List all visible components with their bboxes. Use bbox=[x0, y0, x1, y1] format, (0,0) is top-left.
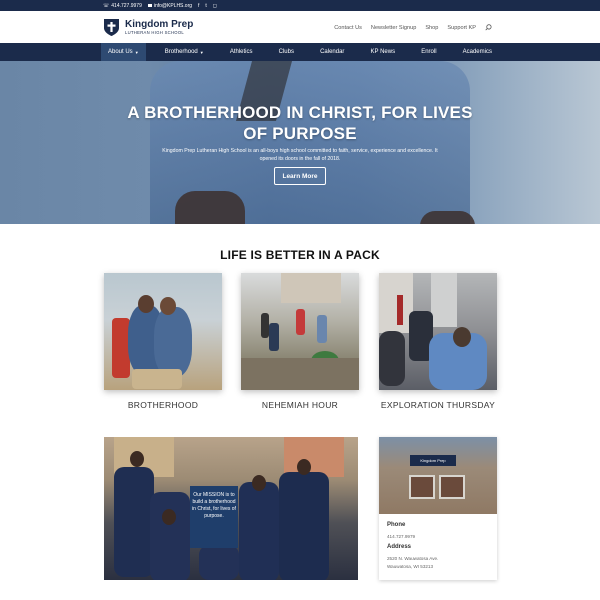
hero-hand-graphic bbox=[175, 191, 245, 224]
nav-label: KP News bbox=[370, 49, 396, 55]
phone-label: Phone bbox=[387, 522, 406, 528]
site-header: Kingdom Prep LUTHERAN HIGH SCHOOL Contac… bbox=[0, 11, 600, 43]
instagram-icon[interactable]: ◻ bbox=[213, 3, 217, 9]
header-links: Contact Us Newsletter Signup Shop Suppor… bbox=[334, 24, 492, 31]
group-photo: Our MISSION is to build a brotherhood in… bbox=[104, 437, 358, 580]
learn-more-button[interactable]: Learn More bbox=[274, 167, 326, 185]
email-icon bbox=[147, 4, 152, 7]
chevron-down-icon: ▼ bbox=[199, 49, 204, 55]
link-newsletter-signup[interactable]: Newsletter Signup bbox=[371, 25, 416, 31]
phone-contact[interactable]: ☏ 414.727.9979 bbox=[103, 3, 142, 9]
nav-clubs[interactable]: Clubs bbox=[272, 43, 301, 61]
link-contact-us[interactable]: Contact Us bbox=[334, 25, 362, 31]
chevron-down-icon: ▼ bbox=[134, 49, 139, 55]
card-caption-exploration-thursday: EXPLORATION THURSDAY bbox=[380, 400, 496, 410]
brotherhood-photo[interactable] bbox=[104, 273, 222, 390]
building-door bbox=[439, 475, 465, 499]
address-label: Address bbox=[387, 544, 412, 550]
shield-cross-icon bbox=[104, 19, 119, 36]
top-bar: ☏ 414.727.9979 info@KPLHS.org f t ◻ bbox=[0, 0, 600, 11]
email-contact[interactable]: info@KPLHS.org bbox=[147, 2, 193, 9]
address-line-1: 2520 N. Wauwatosa Ave. bbox=[387, 556, 439, 561]
card-caption-brotherhood: BROTHERHOOD bbox=[127, 400, 199, 410]
topbar-email: info@KPLHS.org bbox=[153, 2, 193, 9]
mission-sign: Our MISSION is to build a brotherhood in… bbox=[190, 486, 238, 548]
logo[interactable]: Kingdom Prep LUTHERAN HIGH SCHOOL bbox=[103, 18, 193, 37]
brand-subtitle: LUTHERAN HIGH SCHOOL bbox=[125, 29, 185, 35]
nehemiah-hour-photo[interactable] bbox=[241, 273, 359, 390]
link-shop[interactable]: Shop bbox=[425, 25, 438, 31]
nav-label: Academics bbox=[462, 49, 492, 55]
nav-label: Clubs bbox=[278, 49, 294, 55]
building-photo: Kingdom Prep bbox=[379, 437, 497, 514]
nav-label: Calendar bbox=[320, 49, 345, 55]
exploration-thursday-photo[interactable] bbox=[379, 273, 497, 390]
brand-name: Kingdom Prep bbox=[125, 18, 194, 30]
nav-label: Enroll bbox=[421, 49, 437, 55]
card-caption-nehemiah-hour: NEHEMIAH HOUR bbox=[261, 400, 339, 410]
nav-enroll[interactable]: Enroll bbox=[414, 43, 443, 61]
nav-brotherhood[interactable]: Brotherhood ▼ bbox=[158, 43, 211, 61]
hero-title: A BROTHERHOOD IN CHRIST, FOR LIVES OF PU… bbox=[127, 103, 473, 143]
phone-icon: ☏ bbox=[103, 2, 110, 9]
facebook-icon[interactable]: f bbox=[198, 3, 199, 9]
nav-about-us[interactable]: About Us ▼ bbox=[101, 43, 146, 61]
building-sign: Kingdom Prep bbox=[410, 455, 456, 466]
contact-card: Kingdom Prep Phone 414.727.9979 Address … bbox=[379, 437, 497, 580]
phone-value[interactable]: 414.727.9979 bbox=[387, 533, 415, 540]
address-line-2: Wauwatosa, WI 53213 bbox=[387, 564, 434, 569]
nav-athletics[interactable]: Athletics bbox=[223, 43, 260, 61]
nav-calendar[interactable]: Calendar bbox=[313, 43, 351, 61]
section-title: LIFE IS BETTER IN A PACK bbox=[220, 248, 380, 262]
building-door bbox=[409, 475, 435, 499]
twitter-icon[interactable]: t bbox=[205, 3, 206, 9]
nav-label: About Us bbox=[108, 49, 133, 55]
hero-subtitle: Kingdom Prep Lutheran High School is an … bbox=[162, 148, 438, 162]
link-support-kp[interactable]: Support KP bbox=[447, 25, 476, 31]
search-icon[interactable] bbox=[485, 24, 492, 31]
nav-label: Athletics bbox=[229, 49, 253, 55]
nav-kp-news[interactable]: KP News bbox=[364, 43, 403, 61]
hero-hand-graphic bbox=[420, 211, 475, 224]
topbar-phone: 414.727.9979 bbox=[111, 2, 142, 9]
nav-academics[interactable]: Academics bbox=[456, 43, 499, 61]
main-nav: About Us ▼ Brotherhood ▼ Athletics Clubs… bbox=[0, 43, 600, 61]
nav-label: Brotherhood bbox=[164, 49, 198, 55]
